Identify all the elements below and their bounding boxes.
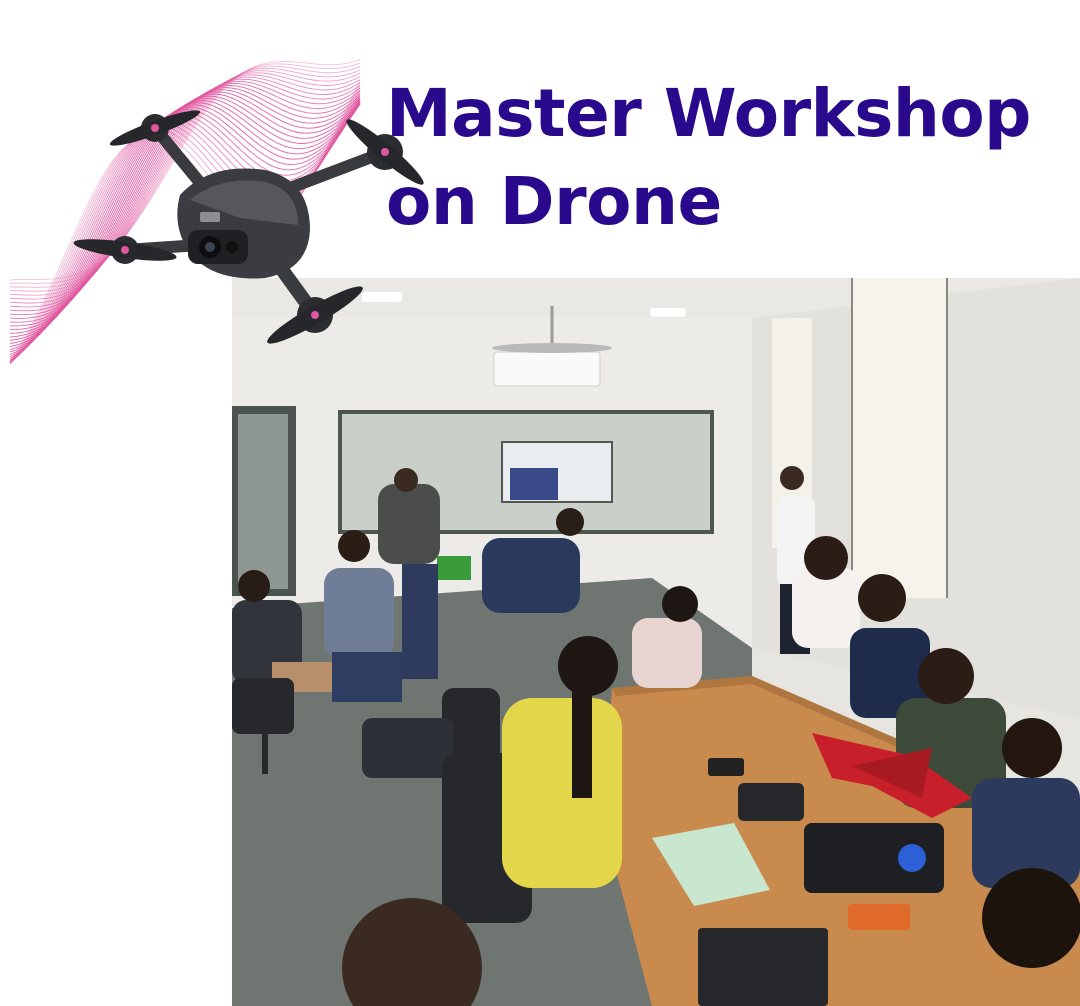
air-conditioner [493, 351, 601, 387]
ceiling-light [650, 308, 686, 317]
title-line-1: Master Workshop [386, 75, 1031, 152]
person-seated [982, 868, 1080, 968]
remote-controller [738, 783, 804, 821]
page-title: Master Workshop on Drone [386, 70, 1036, 246]
poster [510, 468, 558, 500]
window-blinds [852, 278, 947, 598]
drone-icon [73, 110, 424, 344]
laptop [698, 928, 828, 1006]
workshop-photo [232, 278, 1080, 1006]
battery-pack [848, 904, 910, 930]
phone [708, 758, 744, 776]
title-line-2: on Drone [386, 163, 722, 240]
